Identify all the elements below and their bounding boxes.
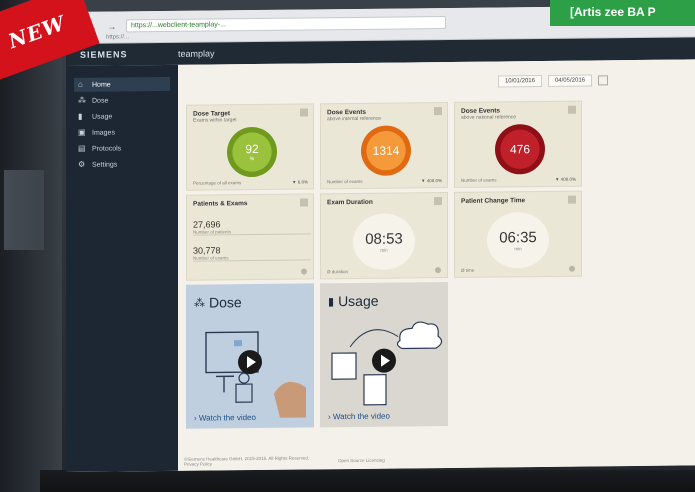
watch-video-link[interactable]: › Watch the video: [328, 412, 390, 422]
play-button[interactable]: [372, 348, 396, 373]
tile-footer: Ø duration: [327, 269, 349, 275]
product-name: teamplay: [178, 48, 215, 59]
gauge-unit: %: [249, 156, 255, 163]
tile-patient-change-time[interactable]: Patient Change Time 06:35 min Ø time: [454, 190, 582, 278]
patient-change-dial: 06:35 min: [487, 211, 549, 269]
expand-icon[interactable]: [434, 197, 442, 206]
info-icon[interactable]: [301, 268, 307, 275]
tile-footer: Number of exams: [327, 178, 363, 185]
tile-footer: Ø time: [461, 267, 475, 273]
sidebar-item-label: Usage: [92, 113, 113, 121]
browser-tab[interactable]: https://...: [106, 34, 129, 40]
tile-trend: ▼ 408.0%: [555, 176, 576, 182]
sidebar-item-label: Settings: [92, 160, 118, 169]
badge-text: NEW: [5, 10, 69, 54]
sidebar-item-label: Dose: [92, 97, 109, 105]
tile-dose-target[interactable]: Dose Target Exams within target 92 % Per…: [186, 103, 314, 191]
bezel-glare: [4, 170, 44, 250]
info-icon[interactable]: [569, 265, 575, 272]
tile-trend: ▼ 6.8%: [292, 179, 308, 185]
change-time-value: 06:35: [499, 229, 537, 247]
sidebar-item-label: Home: [92, 81, 111, 89]
sidebar-item-dose[interactable]: ⁂ Dose: [74, 93, 170, 108]
duration-value: 08:53: [365, 230, 403, 248]
tile-title: Patient Change Time: [461, 197, 526, 205]
exam-duration-dial: 08:53 min: [353, 213, 415, 270]
tile-footer: Percentage of all exams: [193, 180, 242, 186]
expand-icon[interactable]: [300, 108, 308, 117]
date-to[interactable]: 04/05/2016: [547, 74, 592, 87]
video-tile-usage[interactable]: ▮ Usage › Watch the video: [320, 281, 448, 428]
tile-subtitle: above national reference: [461, 114, 517, 121]
dose-target-gauge: 92 %: [227, 126, 277, 178]
tile-title: Patients & Exams: [193, 200, 248, 208]
date-range: 10/01/2016 04/05/2016: [497, 74, 608, 88]
sidebar-item-images[interactable]: ▣ Images: [74, 125, 170, 140]
home-icon: ⌂: [78, 79, 83, 89]
sidebar-item-protocols[interactable]: ▤ Protocols: [74, 141, 170, 156]
change-time-unit: min: [514, 246, 522, 252]
address-bar[interactable]: https://...webclient-teamplay-...: [126, 16, 446, 33]
info-icon[interactable]: [435, 267, 441, 274]
tile-exam-duration[interactable]: Exam Duration 08:53 min Ø duration: [320, 191, 448, 280]
images-icon: ▣: [78, 127, 86, 137]
brand-logo: SIEMENS: [80, 49, 128, 60]
sidebar-item-label: Images: [92, 128, 115, 137]
date-from[interactable]: 10/01/2016: [497, 75, 542, 88]
exams-stat: 30,778 Number of exams: [193, 244, 311, 262]
tile-patients-exams[interactable]: Patients & Exams 27,696 Number of patien…: [186, 193, 314, 281]
tile-dose-events-internal[interactable]: Dose Events above internal reference 131…: [320, 101, 448, 190]
expand-icon[interactable]: [568, 105, 576, 114]
sidebar-item-label: Protocols: [92, 144, 122, 153]
patients-label: Number of patients: [193, 229, 232, 235]
footer-copyright: ©Siemens Healthcare GmbH, 2015-2016. All…: [184, 455, 309, 466]
sidebar-item-settings[interactable]: ⚙ Settings: [74, 157, 170, 172]
gauge-value: 1314: [372, 143, 400, 158]
patients-stat: 27,696 Number of patients: [193, 218, 311, 236]
protocols-icon: ▤: [78, 143, 86, 153]
tile-trend: ▼ 408.0%: [421, 178, 442, 184]
watch-video-link[interactable]: › Watch the video: [194, 413, 256, 423]
gauge-value: 476: [509, 142, 531, 157]
sidebar-item-home[interactable]: ⌂ Home: [74, 76, 170, 92]
expand-icon[interactable]: [434, 107, 442, 116]
open-source-link[interactable]: Open Source Licensing: [338, 458, 385, 463]
expand-icon[interactable]: [568, 195, 576, 204]
duration-unit: min: [380, 247, 388, 253]
caption-banner: [Artis zee BA P: [550, 0, 695, 26]
play-button[interactable]: [238, 349, 262, 375]
bar-chart-icon: ▮: [78, 111, 83, 121]
dose-events-gauge: 1314: [361, 125, 411, 176]
monitor-bottom-bezel: [40, 470, 695, 492]
sidebar: ⌂ Home ⁂ Dose ▮ Usage ▣ Images ▤ Protoco…: [66, 64, 178, 472]
exams-label: Number of exams: [193, 255, 229, 261]
calendar-icon[interactable]: [598, 75, 608, 86]
tile-title: Exam Duration: [327, 198, 373, 207]
video-tile-dose[interactable]: ⁂ Dose › Watch the video: [186, 283, 314, 429]
sidebar-item-usage[interactable]: ▮ Usage: [74, 109, 170, 124]
dose-events-national-gauge: 476: [495, 123, 545, 175]
privacy-link[interactable]: Privacy Policy: [184, 461, 212, 466]
dose-icon: ⁂: [78, 95, 86, 105]
dashboard-main: 10/01/2016 04/05/2016 Dose Target Exams …: [178, 59, 695, 471]
tile-footer: Number of exams: [461, 177, 497, 183]
tile-subtitle: Exams within target: [193, 117, 237, 124]
tile-subtitle: above internal reference: [327, 115, 381, 123]
gear-icon: ⚙: [78, 159, 86, 169]
tile-dose-events-national[interactable]: Dose Events above national reference 476…: [454, 100, 582, 188]
gauge-value: 92: [245, 141, 259, 157]
expand-icon[interactable]: [300, 198, 308, 207]
monitor-screen: ← → C https://...webclient-teamplay-... …: [66, 5, 695, 472]
